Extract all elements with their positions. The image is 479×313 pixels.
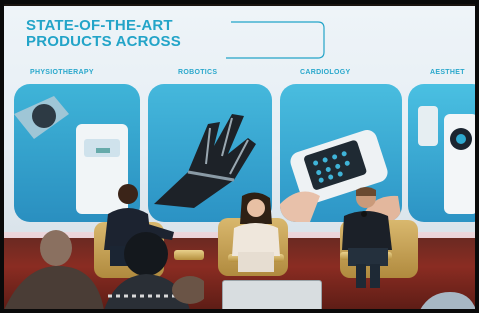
speaker-center xyxy=(232,192,280,272)
laptop-monitor xyxy=(222,280,322,311)
conference-photo: STATE-OF-THE-ART PRODUCTS ACROSS PHYSIOT… xyxy=(0,0,479,313)
product-card-aesthetics xyxy=(408,84,475,222)
headline-block: STATE-OF-THE-ART PRODUCTS ACROSS xyxy=(26,18,326,62)
category-robotics: ROBOTICS xyxy=(178,69,218,76)
category-cardiology: CARDIOLOGY xyxy=(300,69,351,76)
speaker-right xyxy=(342,187,392,288)
audience-foreground xyxy=(4,230,204,310)
audience-right xyxy=(420,292,476,310)
category-aesthetics: AESTHET xyxy=(430,69,465,76)
aesthetic-device-icon xyxy=(418,106,475,214)
category-physiotherapy: PHYSIOTHERAPY xyxy=(30,69,94,76)
headline-bracket-icon xyxy=(226,21,325,59)
